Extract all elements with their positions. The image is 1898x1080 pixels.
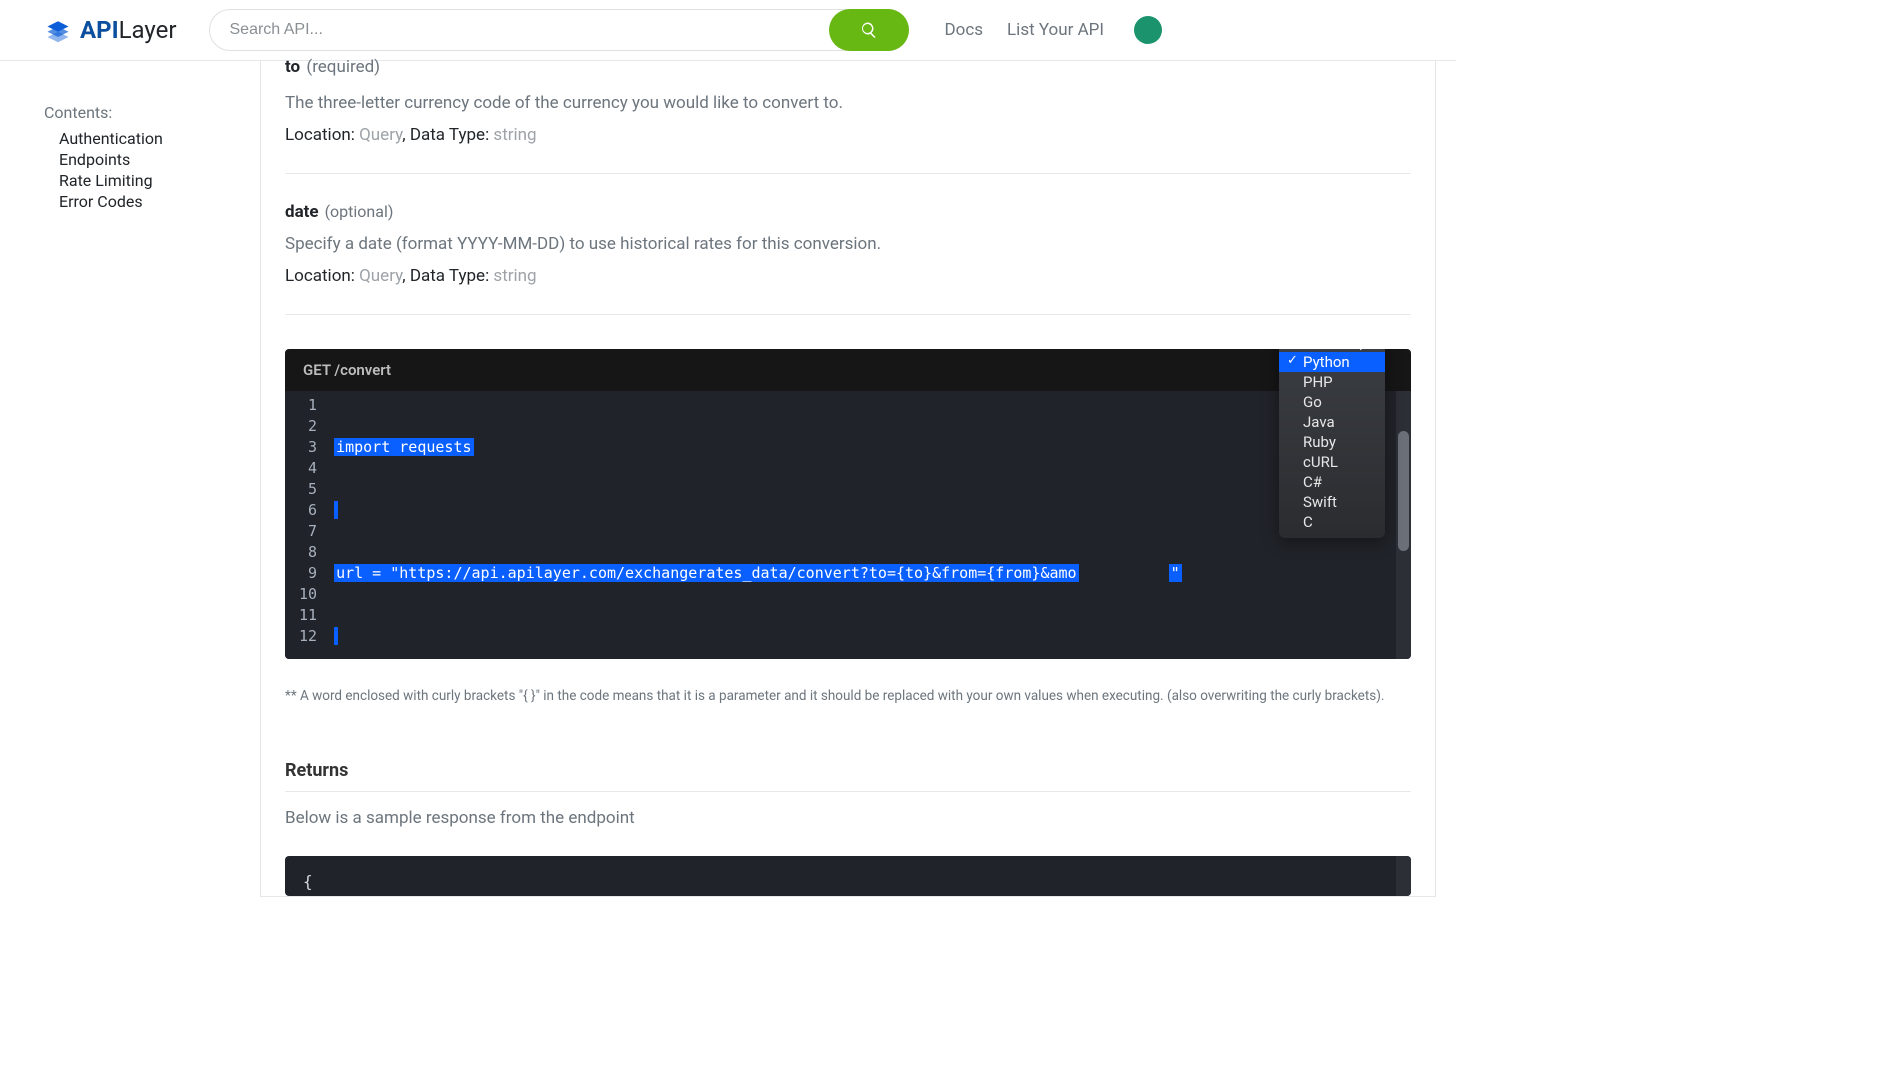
returns-desc: Below is a sample response from the endp…	[285, 808, 1411, 828]
nav-docs[interactable]: Docs	[945, 20, 984, 40]
lang-option-swift[interactable]: Swift	[1279, 492, 1385, 512]
param-name: date	[285, 202, 319, 222]
scrollbar-thumb[interactable]	[1398, 431, 1409, 551]
sidebar-title: Contents:	[44, 103, 236, 122]
language-dropdown[interactable]: Javascript Python PHP Go Java Ruby cURL …	[1279, 349, 1385, 538]
lang-option-c[interactable]: C	[1279, 512, 1385, 532]
top-bar: APILayer Docs List Your API	[0, 0, 1456, 61]
code-lines: import requests ​ url = "https://api.api…	[326, 391, 1182, 659]
code-header: GET /convert	[285, 349, 1411, 391]
param-to: to (required) The three-letter currency …	[285, 61, 1411, 174]
lang-option-csharp[interactable]: C#	[1279, 472, 1385, 492]
sidebar-item-authentication[interactable]: Authentication	[44, 128, 236, 149]
lang-option-go[interactable]: Go	[1279, 392, 1385, 412]
logo-text-bold: API	[80, 16, 119, 44]
content-card: to (required) The three-letter currency …	[260, 61, 1436, 897]
sidebar-list: Authentication Endpoints Rate Limiting E…	[44, 128, 236, 212]
returns-scrollbar[interactable]	[1396, 856, 1411, 896]
param-desc: Specify a date (format YYYY-MM-DD) to us…	[285, 234, 1411, 254]
nav-links: Docs List Your API	[945, 16, 1163, 44]
lang-option-python[interactable]: Python	[1279, 352, 1385, 372]
code-sample: GET /convert 1 2 3 4 5 6 7 8 9 10 11	[285, 349, 1411, 659]
param-meta: Location: Query, Data Type: string	[285, 125, 1411, 145]
param-meta: Location: Query, Data Type: string	[285, 266, 1411, 286]
sidebar: Contents: Authentication Endpoints Rate …	[0, 61, 236, 937]
param-tag: (required)	[306, 57, 380, 77]
sidebar-item-endpoints[interactable]: Endpoints	[44, 149, 236, 170]
code-scrollbar[interactable]	[1396, 391, 1411, 659]
lang-option-curl[interactable]: cURL	[1279, 452, 1385, 472]
param-name: to	[285, 57, 300, 77]
param-tag: (optional)	[325, 202, 394, 221]
search-container	[209, 9, 909, 51]
returns-heading: Returns	[285, 760, 1411, 792]
lang-option-java[interactable]: Java	[1279, 412, 1385, 432]
param-desc: The three-letter currency code of the cu…	[285, 93, 1411, 113]
page-body: Contents: Authentication Endpoints Rate …	[0, 61, 1456, 937]
nav-list-api[interactable]: List Your API	[1007, 20, 1104, 40]
avatar[interactable]	[1134, 16, 1162, 44]
search-button[interactable]	[829, 9, 909, 51]
search-icon	[860, 21, 878, 39]
sidebar-item-error-codes[interactable]: Error Codes	[44, 191, 236, 212]
param-date: date (optional) Specify a date (format Y…	[285, 174, 1411, 315]
search-input[interactable]	[209, 9, 909, 51]
main-content: to (required) The three-letter currency …	[236, 61, 1456, 937]
sidebar-item-rate-limiting[interactable]: Rate Limiting	[44, 170, 236, 191]
lang-option-ruby[interactable]: Ruby	[1279, 432, 1385, 452]
logo[interactable]: APILayer	[44, 16, 177, 44]
logo-text-light: Layer	[119, 16, 177, 44]
returns-code-block[interactable]: {	[285, 856, 1411, 896]
code-footnote: ** A word enclosed with curly brackets "…	[285, 687, 1411, 706]
logo-icon	[44, 16, 72, 44]
line-gutter: 1 2 3 4 5 6 7 8 9 10 11 12	[285, 391, 326, 659]
lang-option-php[interactable]: PHP	[1279, 372, 1385, 392]
code-body[interactable]: 1 2 3 4 5 6 7 8 9 10 11 12 import	[285, 391, 1411, 659]
